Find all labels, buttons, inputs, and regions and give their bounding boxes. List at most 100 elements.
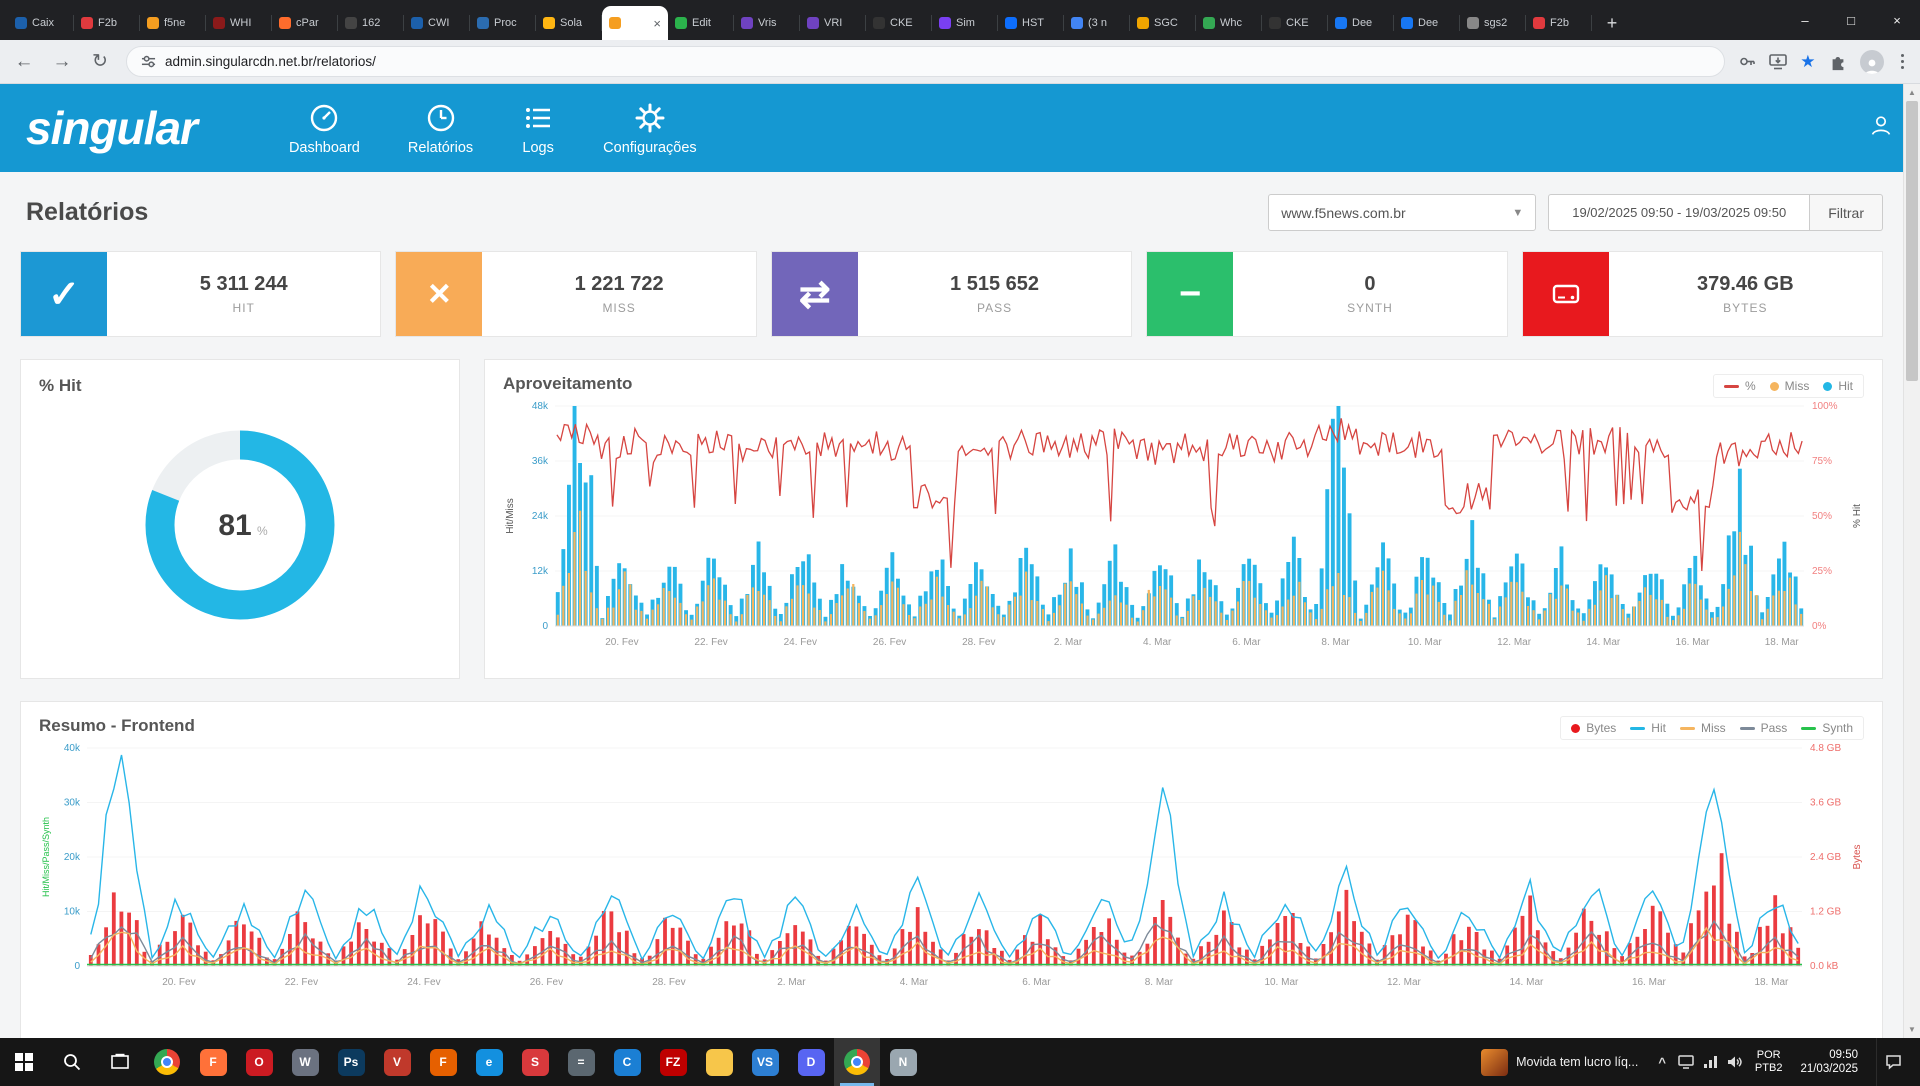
nav-dashboard[interactable]: Dashboard (289, 101, 360, 156)
taskbar-app-notepad[interactable]: N (880, 1038, 926, 1086)
legend-item-miss[interactable]: Miss (1680, 721, 1726, 735)
tab-favicon (345, 17, 357, 29)
chevron-down-icon: ▼ (1512, 207, 1523, 219)
taskbar-app-sublime[interactable]: S (512, 1038, 558, 1086)
start-button[interactable] (0, 1038, 48, 1086)
browser-tab[interactable]: (3 n (1064, 6, 1130, 40)
forward-icon[interactable]: → (50, 51, 74, 73)
taskbar-app-chrome[interactable] (144, 1038, 190, 1086)
browser-tab[interactable]: VRI (800, 6, 866, 40)
close-button[interactable]: × (1874, 0, 1920, 40)
monitor-icon[interactable] (1678, 1055, 1694, 1069)
back-icon[interactable]: ← (12, 51, 36, 73)
browser-tab[interactable]: F2b (74, 6, 140, 40)
legend-item-bytes[interactable]: Bytes (1571, 721, 1616, 735)
taskbar-app-chrome-active[interactable] (834, 1038, 880, 1086)
browser-tab[interactable]: Sola (536, 6, 602, 40)
taskbar-app-firefox[interactable]: F (190, 1038, 236, 1086)
maximize-button[interactable]: □ (1828, 0, 1874, 40)
scroll-up-icon[interactable]: ▲ (1904, 84, 1920, 101)
minimize-button[interactable]: – (1782, 0, 1828, 40)
browser-tab[interactable]: CKE (1262, 6, 1328, 40)
browser-tab[interactable]: Whc (1196, 6, 1262, 40)
browser-tab[interactable]: F2b (1526, 6, 1592, 40)
profile-avatar[interactable] (1860, 50, 1884, 74)
scroll-down-icon[interactable]: ▼ (1904, 1021, 1920, 1038)
scrollbar-thumb[interactable] (1906, 101, 1918, 381)
taskbar-app-voice[interactable]: V (374, 1038, 420, 1086)
taskbar-app-filezilla[interactable]: FZ (650, 1038, 696, 1086)
reload-icon[interactable]: ↻ (88, 50, 112, 73)
svg-text:0: 0 (74, 961, 80, 972)
taskbar-clock[interactable]: 09:50 21/03/2025 (1794, 1048, 1864, 1076)
browser-tab[interactable]: Sim (932, 6, 998, 40)
browser-tab[interactable]: f5ne (140, 6, 206, 40)
password-key-icon[interactable] (1739, 53, 1756, 70)
site-select[interactable]: www.f5news.com.br ▼ (1268, 194, 1536, 231)
svg-text:Bytes: Bytes (1852, 844, 1863, 869)
nav-relatorios[interactable]: Relatórios (408, 101, 473, 156)
browser-tab[interactable]: Edit (668, 6, 734, 40)
legend-item-miss[interactable]: Miss (1770, 379, 1810, 393)
voice-icon: V (384, 1049, 411, 1076)
nav-configuracoes[interactable]: Configurações (603, 101, 697, 156)
taskbar-app-firefox-dev[interactable]: F (420, 1038, 466, 1086)
tab-close-icon[interactable]: × (653, 16, 661, 31)
browser-tab[interactable]: SGC (1130, 6, 1196, 40)
taskbar-app-vscode[interactable]: VS (742, 1038, 788, 1086)
browser-tab[interactable]: HST (998, 6, 1064, 40)
legend-item-synth[interactable]: Synth (1801, 721, 1853, 735)
news-widget[interactable]: Movida tem lucro líq... (1473, 1038, 1646, 1086)
volume-icon[interactable] (1727, 1055, 1743, 1069)
legend-item-pct[interactable]: % (1724, 379, 1756, 393)
install-cast-icon[interactable] (1769, 54, 1787, 70)
taskbar-app-calculator[interactable]: = (558, 1038, 604, 1086)
bookmark-star-icon[interactable]: ★ (1800, 52, 1815, 72)
browser-tab[interactable]: Caix (8, 6, 74, 40)
date-range-input[interactable]: 19/02/2025 09:50 - 19/03/2025 09:50 (1548, 194, 1810, 231)
taskbar-app-edge[interactable]: e (466, 1038, 512, 1086)
legend-item-hit[interactable]: Hit (1630, 721, 1666, 735)
browser-tab[interactable]: 162 (338, 6, 404, 40)
nav-logs[interactable]: Logs (521, 101, 555, 156)
browser-tab[interactable]: sgs2 (1460, 6, 1526, 40)
site-settings-icon[interactable] (141, 54, 156, 69)
extensions-puzzle-icon[interactable] (1829, 53, 1847, 71)
task-view-button[interactable] (96, 1038, 144, 1086)
browser-tab[interactable]: CWI (404, 6, 470, 40)
taskbar-app-browser-compass[interactable]: C (604, 1038, 650, 1086)
new-tab-button[interactable]: + (1598, 9, 1626, 37)
taskbar-app-photoshop[interactable]: Ps (328, 1038, 374, 1086)
search-button[interactable] (48, 1038, 96, 1086)
action-center-button[interactable] (1876, 1038, 1910, 1086)
browser-tab[interactable]: Dee (1328, 6, 1394, 40)
browser-tab[interactable]: Dee (1394, 6, 1460, 40)
browser-tab[interactable]: cPar (272, 6, 338, 40)
browser-tab[interactable]: CKE (866, 6, 932, 40)
page-scrollbar[interactable]: ▲ ▼ (1903, 84, 1920, 1038)
taskbar-app-remote-app[interactable]: W (282, 1038, 328, 1086)
browser-tab[interactable]: Proc (470, 6, 536, 40)
tray-icons (1678, 1055, 1743, 1069)
tab-label: (3 n (1088, 17, 1123, 29)
language-code: POR (1757, 1049, 1781, 1062)
browser-tab[interactable]: WHI (206, 6, 272, 40)
browser-tab[interactable]: × (602, 6, 668, 40)
browser-menu-icon[interactable] (1897, 54, 1909, 70)
address-bar[interactable]: admin.singularcdn.net.br/relatorios/ (126, 46, 1725, 77)
tab-strip: CaixF2bf5neWHIcPar162CWIProcSola×EditVri… (0, 0, 1920, 40)
taskbar-app-opera[interactable]: O (236, 1038, 282, 1086)
network-icon[interactable] (1703, 1055, 1718, 1069)
filtrar-button[interactable]: Filtrar (1810, 194, 1883, 231)
tray-expand-icon[interactable]: ^ (1658, 1055, 1666, 1070)
legend-item-pass[interactable]: Pass (1740, 721, 1788, 735)
language-indicator[interactable]: POR PTB2 (1755, 1049, 1783, 1075)
legend-item-hit[interactable]: Hit (1823, 379, 1853, 393)
taskbar-app-explorer[interactable] (696, 1038, 742, 1086)
tab-label: Whc (1220, 17, 1255, 29)
browser-tab[interactable]: Vris (734, 6, 800, 40)
user-menu-button[interactable] (1868, 113, 1894, 144)
date-text: 21/03/2025 (1800, 1062, 1858, 1076)
svg-text:50%: 50% (1812, 511, 1832, 522)
taskbar-app-discord[interactable]: D (788, 1038, 834, 1086)
